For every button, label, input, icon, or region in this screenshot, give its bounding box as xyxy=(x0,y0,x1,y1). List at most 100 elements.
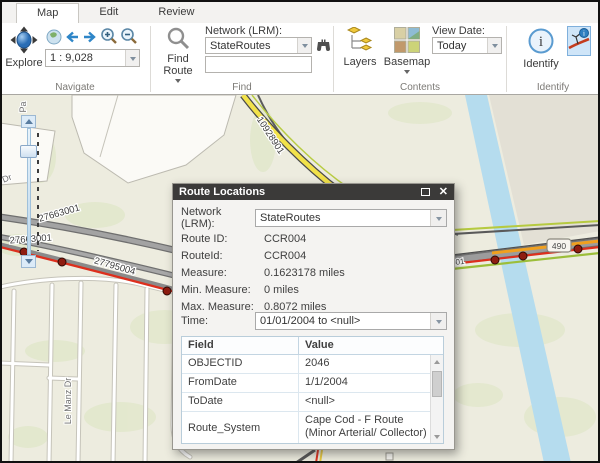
field-label: RouteId: xyxy=(181,250,223,262)
next-extent-button[interactable] xyxy=(81,29,99,47)
layers-icon xyxy=(346,26,373,56)
ribbon-tabstrip: Map Edit Review xyxy=(0,0,600,23)
ribbon-body: Explore 1: 9,028 Navigate Find Route Ne… xyxy=(0,23,600,94)
chevron-down-icon[interactable] xyxy=(297,38,311,53)
basemap-icon xyxy=(394,27,420,56)
cell-field: OBJECTID xyxy=(182,355,299,373)
route-info-icon: i xyxy=(568,27,590,56)
field-row: RouteId: CCR004 xyxy=(181,247,447,265)
basemap-label: Basemap xyxy=(383,56,431,68)
table-row[interactable]: ToDate <null> xyxy=(182,393,443,412)
map-view[interactable]: 490 10928901 27663001 27663001 27795004 … xyxy=(0,95,600,463)
field-value: CCR004 xyxy=(264,250,307,262)
find-route-button[interactable]: Find Route xyxy=(159,26,197,86)
network-lrm-value: StateRoutes xyxy=(210,39,271,52)
street-name-label: Le Manz Dr xyxy=(63,378,73,425)
dialog-network-label: Network (LRM): xyxy=(181,206,222,230)
explore-button[interactable]: Explore xyxy=(4,26,44,69)
tab-map[interactable]: Map xyxy=(16,3,80,23)
dialog-title: Route Locations xyxy=(179,186,266,198)
binoculars-button[interactable] xyxy=(314,37,332,55)
view-date-label: View Date: xyxy=(432,25,485,37)
time-label: Time: xyxy=(181,315,209,327)
binoculars-icon xyxy=(316,38,331,55)
view-date-value: Today xyxy=(437,39,467,52)
chevron-down-icon[interactable] xyxy=(125,50,139,66)
navigate-group-label: Navigate xyxy=(55,82,95,93)
maximize-icon[interactable] xyxy=(420,188,430,196)
triangle-up-icon xyxy=(24,115,33,124)
field-value: CCR004 xyxy=(264,233,307,245)
attributes-table: Field Value OBJECTID 2046 FromDate 1/1/2… xyxy=(181,336,444,444)
arrow-left-icon xyxy=(64,29,80,48)
identify-button[interactable]: i Identify xyxy=(519,27,563,70)
magnifier-icon xyxy=(166,26,190,53)
full-extent-button[interactable] xyxy=(45,29,63,47)
globe-icon xyxy=(46,29,62,48)
scrollbar-thumb[interactable] xyxy=(432,371,442,397)
tab-edit[interactable]: Edit xyxy=(79,3,138,23)
table-scrollbar[interactable] xyxy=(430,355,443,443)
explore-compass-icon xyxy=(10,26,38,57)
chevron-down-icon[interactable] xyxy=(430,210,446,226)
slider-down-button[interactable] xyxy=(21,255,36,268)
cell-value: Cape Cod - F Route (Minor Arterial/ Coll… xyxy=(305,414,427,439)
network-lrm-combobox[interactable]: StateRoutes xyxy=(205,37,312,54)
field-label: Min. Measure: xyxy=(181,284,251,296)
previous-extent-button[interactable] xyxy=(63,29,81,47)
table-row[interactable]: Route_System Cape Cod - F Route (Minor A… xyxy=(182,412,443,443)
zoom-out-icon xyxy=(120,27,138,48)
dialog-network-combobox[interactable]: StateRoutes xyxy=(255,209,447,227)
route-shield: 490 xyxy=(546,238,572,253)
scroll-up-icon[interactable] xyxy=(431,356,443,368)
table-row[interactable]: FromDate 1/1/2004 xyxy=(182,374,443,393)
find-group-label: Find xyxy=(232,82,252,93)
group-navigate: Explore 1: 9,028 Navigate xyxy=(0,23,150,94)
svg-text:i: i xyxy=(539,34,543,50)
scale-value: 1 : 9,028 xyxy=(50,52,93,64)
chevron-down-icon xyxy=(404,70,410,77)
view-date-combobox[interactable]: Today xyxy=(432,37,502,54)
identify-route-locations-tool[interactable]: i xyxy=(567,26,591,56)
network-lrm-label: Network (LRM): xyxy=(205,25,283,37)
dialog-network-value: StateRoutes xyxy=(260,212,321,224)
col-header-field: Field xyxy=(182,337,299,354)
field-row: Min. Measure: 0 miles xyxy=(181,281,447,299)
arrow-right-icon xyxy=(82,29,98,48)
field-label: Route ID: xyxy=(181,233,228,245)
zoom-in-button[interactable] xyxy=(100,27,118,48)
slider-up-button[interactable] xyxy=(21,115,36,128)
field-row: Route ID: CCR004 xyxy=(181,230,447,248)
route-shield-number: 490 xyxy=(552,241,566,251)
find-route-label: Find Route xyxy=(163,53,193,77)
network-row: Network (LRM): StateRoutes xyxy=(181,206,447,230)
route-locations-dialog: Route Locations Network (LRM): StateRout… xyxy=(172,183,455,450)
zoom-in-icon xyxy=(100,27,118,48)
table-header: Field Value xyxy=(182,337,443,355)
group-find: Find Route Network (LRM): StateRoutes Fi… xyxy=(151,23,333,94)
identify-group-label: Identify xyxy=(536,82,570,93)
basemap-button[interactable]: Basemap xyxy=(382,27,432,77)
table-row[interactable]: OBJECTID 2046 xyxy=(182,355,443,374)
chevron-down-icon[interactable] xyxy=(430,313,446,329)
chevron-down-icon[interactable] xyxy=(487,38,501,53)
time-combobox[interactable]: 01/01/2004 to <null> xyxy=(255,312,447,330)
tab-review[interactable]: Review xyxy=(138,3,214,23)
close-icon[interactable] xyxy=(439,188,448,196)
scale-combobox[interactable]: 1 : 9,028 xyxy=(45,49,140,67)
slider-ticks xyxy=(37,133,39,251)
identify-label: Identify xyxy=(523,58,559,70)
slider-handle[interactable] xyxy=(20,145,37,158)
svg-text:i: i xyxy=(583,29,585,37)
cell-field: ToDate xyxy=(182,393,299,411)
layers-button[interactable]: Layers xyxy=(338,26,382,68)
scroll-down-icon[interactable] xyxy=(431,430,443,442)
cell-value: <null> xyxy=(305,395,335,407)
field-value: 0.1623178 miles xyxy=(264,267,345,279)
group-contents: Layers Basemap View Date: Today Contents xyxy=(334,23,506,94)
dialog-titlebar[interactable]: Route Locations xyxy=(173,184,454,200)
time-row: Time: 01/01/2004 to <null> xyxy=(181,312,447,330)
zoom-out-button[interactable] xyxy=(120,27,138,48)
cell-value: 1/1/2004 xyxy=(305,376,348,388)
route-search-input[interactable] xyxy=(205,56,312,73)
